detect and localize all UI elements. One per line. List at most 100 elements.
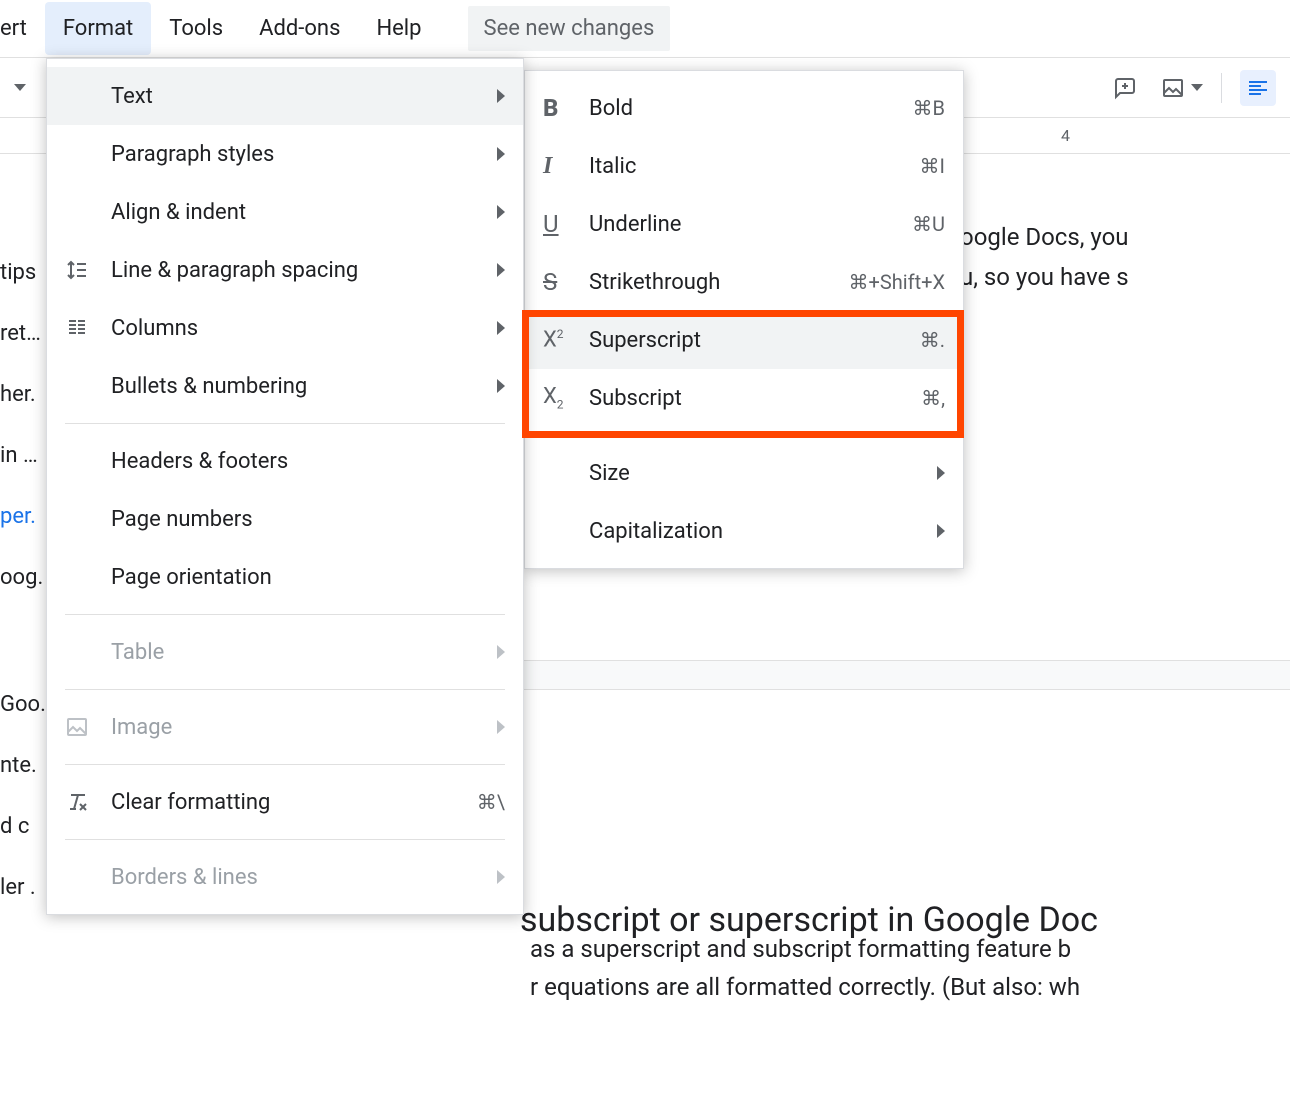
menu-label: Subscript bbox=[589, 386, 921, 411]
menubar-item-format[interactable]: Format bbox=[45, 2, 151, 55]
image-icon bbox=[1161, 76, 1185, 100]
align-left-button[interactable] bbox=[1240, 70, 1276, 106]
format-menu-item: Table bbox=[47, 623, 523, 681]
format-menu-item: Image bbox=[47, 698, 523, 756]
menu-label: Bold bbox=[589, 96, 913, 121]
menu-label: Image bbox=[111, 715, 497, 740]
menu-separator bbox=[65, 689, 505, 690]
menu-label: Table bbox=[111, 640, 497, 665]
format-menu-item[interactable]: Columns bbox=[47, 299, 523, 357]
see-new-changes-button[interactable]: See new changes bbox=[468, 6, 671, 51]
menu-label: Underline bbox=[589, 212, 912, 237]
format-menu-item: Borders & lines bbox=[47, 848, 523, 906]
align-left-icon bbox=[1246, 76, 1270, 100]
text-submenu-item[interactable]: X2Superscript⌘. bbox=[525, 311, 963, 369]
ruler-mark-4: 4 bbox=[1061, 126, 1070, 145]
left-strip-item[interactable]: oog. bbox=[0, 565, 52, 590]
submenu-arrow-icon bbox=[937, 466, 945, 480]
left-strip: tips ret… her. in … per. oog. Goo. nte. … bbox=[0, 260, 52, 936]
left-strip-item[interactable]: nte. bbox=[0, 753, 52, 778]
toolbar-dropdown-caret[interactable] bbox=[14, 84, 26, 91]
menu-shortcut: ⌘, bbox=[921, 386, 945, 410]
submenu-arrow-icon bbox=[497, 321, 505, 335]
format-menu-item[interactable]: Paragraph styles bbox=[47, 125, 523, 183]
left-strip-item[interactable]: in … bbox=[0, 443, 52, 468]
submenu-arrow-icon bbox=[497, 870, 505, 884]
chevron-down-icon bbox=[1191, 84, 1203, 91]
submenu-arrow-icon bbox=[497, 89, 505, 103]
menu-label: Page orientation bbox=[111, 565, 505, 590]
image-outline-icon bbox=[65, 715, 111, 739]
menubar-item-tools[interactable]: Tools bbox=[151, 2, 241, 55]
columns-icon bbox=[65, 316, 111, 340]
bold-icon: B bbox=[543, 94, 589, 122]
menu-shortcut: ⌘+Shift+X bbox=[849, 270, 945, 294]
menu-shortcut: ⌘. bbox=[920, 328, 945, 352]
clear-format-icon bbox=[65, 790, 111, 814]
submenu-arrow-icon bbox=[497, 645, 505, 659]
superscript-icon: X2 bbox=[543, 327, 589, 352]
left-strip-item[interactable]: Goo. bbox=[0, 692, 52, 717]
submenu-arrow-icon bbox=[497, 720, 505, 734]
menubar-item-insert[interactable]: ert bbox=[0, 2, 45, 55]
submenu-arrow-icon bbox=[937, 524, 945, 538]
format-menu-item[interactable]: Line & paragraph spacing bbox=[47, 241, 523, 299]
menu-separator bbox=[65, 764, 505, 765]
submenu-arrow-icon bbox=[497, 147, 505, 161]
format-menu-item[interactable]: Text bbox=[47, 67, 523, 125]
menu-label: Paragraph styles bbox=[111, 142, 497, 167]
menu-shortcut: ⌘U bbox=[912, 212, 945, 236]
text-submenu: BBold⌘BIItalic⌘IUUnderline⌘USStrikethrou… bbox=[524, 70, 964, 569]
menu-label: Align & indent bbox=[111, 200, 497, 225]
text-submenu-item[interactable]: UUnderline⌘U bbox=[525, 195, 963, 253]
menu-separator bbox=[65, 614, 505, 615]
format-menu-item[interactable]: Align & indent bbox=[47, 183, 523, 241]
text-submenu-item[interactable]: SStrikethrough⌘+Shift+X bbox=[525, 253, 963, 311]
menu-shortcut: ⌘I bbox=[920, 154, 945, 178]
menu-label: Line & paragraph spacing bbox=[111, 258, 497, 283]
format-menu-item[interactable]: Clear formatting⌘\ bbox=[47, 773, 523, 831]
left-strip-item[interactable]: d c bbox=[0, 814, 52, 839]
strikethrough-icon: S bbox=[543, 268, 589, 296]
line-spacing-icon bbox=[65, 258, 111, 282]
left-strip-item[interactable]: ret… bbox=[0, 321, 52, 346]
toolbar-divider bbox=[1221, 73, 1222, 103]
menu-label: Capitalization bbox=[589, 519, 937, 544]
add-comment-button[interactable] bbox=[1107, 70, 1143, 106]
text-submenu-item[interactable]: Size bbox=[525, 444, 963, 502]
left-strip-item[interactable]: tips bbox=[0, 260, 52, 285]
menu-label: Bullets & numbering bbox=[111, 374, 497, 399]
menu-label: Page numbers bbox=[111, 507, 505, 532]
doc-text: r equations are all formatted correctly.… bbox=[530, 968, 1080, 1006]
left-strip-item[interactable]: ler . bbox=[0, 875, 52, 900]
text-submenu-item[interactable]: X2Subscript⌘, bbox=[525, 369, 963, 427]
text-submenu-item[interactable]: BBold⌘B bbox=[525, 79, 963, 137]
text-submenu-item[interactable]: IItalic⌘I bbox=[525, 137, 963, 195]
menubar-item-addons[interactable]: Add-ons bbox=[241, 2, 358, 55]
menu-label: Columns bbox=[111, 316, 497, 341]
format-menu: Text Paragraph styles Align & indent Line &… bbox=[46, 58, 524, 915]
doc-text: u, so you have s bbox=[960, 258, 1129, 296]
doc-text: oogle Docs, you bbox=[960, 218, 1129, 256]
format-menu-item[interactable]: Page numbers bbox=[47, 490, 523, 548]
submenu-arrow-icon bbox=[497, 379, 505, 393]
text-submenu-item[interactable]: Capitalization bbox=[525, 502, 963, 560]
menu-label: Headers & footers bbox=[111, 449, 505, 474]
menubar-item-help[interactable]: Help bbox=[358, 2, 439, 55]
menubar: ert Format Tools Add-ons Help See new ch… bbox=[0, 0, 1290, 58]
left-strip-item[interactable]: per. bbox=[0, 504, 52, 529]
menu-label: Italic bbox=[589, 154, 920, 179]
insert-image-button[interactable] bbox=[1161, 70, 1203, 106]
menu-shortcut: ⌘\ bbox=[477, 790, 505, 814]
menu-label: Superscript bbox=[589, 328, 920, 353]
submenu-arrow-icon bbox=[497, 205, 505, 219]
underline-icon: U bbox=[543, 210, 589, 238]
menu-shortcut: ⌘B bbox=[913, 96, 945, 120]
format-menu-item[interactable]: Headers & footers bbox=[47, 432, 523, 490]
left-strip-item[interactable]: her. bbox=[0, 382, 52, 407]
menu-separator bbox=[543, 435, 945, 436]
menu-separator bbox=[65, 423, 505, 424]
format-menu-item[interactable]: Bullets & numbering bbox=[47, 357, 523, 415]
format-menu-item[interactable]: Page orientation bbox=[47, 548, 523, 606]
menu-label: Size bbox=[589, 461, 937, 486]
